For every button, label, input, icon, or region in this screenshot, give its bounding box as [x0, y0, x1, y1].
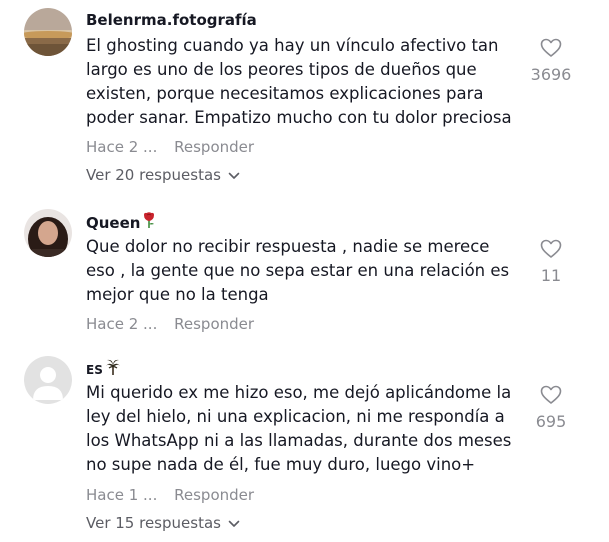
chevron-down-icon	[228, 514, 240, 532]
heart-outline-icon	[521, 38, 581, 62]
reply-button[interactable]: Responder	[174, 486, 254, 504]
comment-date: Hace 2 ...	[86, 315, 158, 333]
like-button[interactable]: 11	[521, 239, 581, 285]
comment-date: Hace 1 ...	[86, 486, 158, 504]
comment-username[interactable]: Queen	[86, 212, 156, 233]
comment-meta: Hace 2 ... Responder	[86, 315, 254, 333]
avatar[interactable]	[24, 209, 72, 257]
chevron-down-icon	[228, 166, 240, 184]
username-text: ES	[86, 362, 103, 377]
heart-outline-icon	[521, 239, 581, 263]
like-count: 11	[540, 266, 562, 285]
comment-meta: Hace 2 ... Responder	[86, 138, 254, 156]
like-count: 3696	[530, 65, 572, 84]
comment-text: Mi querido ex me hizo eso, me dejó aplic…	[86, 383, 512, 474]
comment-date: Hace 2 ...	[86, 138, 158, 156]
avatar[interactable]	[24, 356, 72, 404]
comment-meta: Hace 1 ... Responder	[86, 486, 254, 504]
view-replies-button[interactable]: Ver 20 respuestas	[86, 166, 240, 184]
comment-text: Que dolor no recibir respuesta , nadie s…	[86, 237, 510, 304]
like-count: 695	[535, 412, 567, 431]
username-text: Belenrma.fotografía	[86, 11, 257, 29]
like-button[interactable]: 3696	[521, 38, 581, 84]
reply-button[interactable]: Responder	[174, 138, 254, 156]
like-button[interactable]: 695	[521, 385, 581, 431]
comment-text: El ghosting cuando ya hay un vínculo afe…	[86, 36, 512, 127]
palm-emoji-icon	[105, 359, 121, 380]
reply-button[interactable]: Responder	[174, 315, 254, 333]
view-replies-button[interactable]: Ver 15 respuestas	[86, 514, 240, 532]
rose-emoji-icon	[142, 212, 156, 233]
view-replies-label: Ver 20 respuestas	[86, 166, 221, 184]
view-replies-label: Ver 15 respuestas	[86, 514, 221, 532]
username-text: Queen	[86, 213, 141, 232]
comment-username[interactable]: ES	[86, 359, 121, 380]
avatar[interactable]	[24, 8, 72, 56]
heart-outline-icon	[521, 385, 581, 409]
comment-username[interactable]: Belenrma.fotografía	[86, 11, 257, 29]
